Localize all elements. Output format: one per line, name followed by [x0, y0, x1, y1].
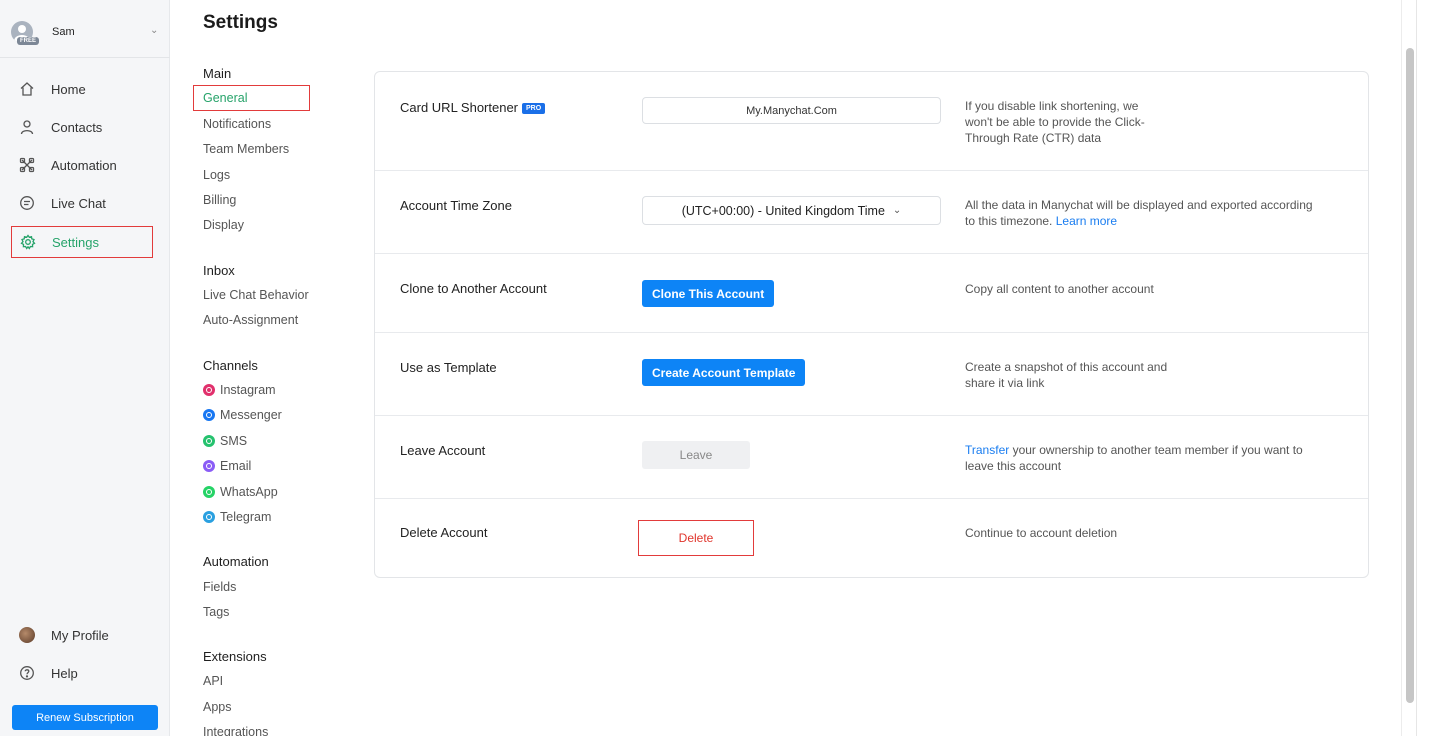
sidebar-item-automation[interactable]: Automation: [11, 149, 153, 181]
subnav-link-email[interactable]: Email: [203, 459, 251, 473]
renew-subscription-button[interactable]: Renew Subscription: [12, 705, 158, 730]
email-icon: [203, 460, 215, 472]
sidebar-item-label: Settings: [52, 234, 99, 250]
subnav-heading-automation: Automation: [203, 554, 269, 569]
subnav-heading-extensions: Extensions: [203, 649, 267, 664]
chevron-down-icon: ⌄: [892, 205, 902, 216]
gear-icon: [18, 232, 38, 252]
subnav-link-logs[interactable]: Logs: [203, 168, 230, 182]
transfer-link[interactable]: Transfer: [965, 443, 1009, 457]
pro-badge: PRO: [522, 103, 546, 114]
timezone-select[interactable]: (UTC+00:00) - United Kingdom Time ⌄: [642, 196, 941, 225]
home-icon: [17, 79, 37, 99]
subnav-link-apps[interactable]: Apps: [203, 700, 232, 714]
sidebar-item-label: Automation: [51, 157, 117, 173]
delete-account-button[interactable]: Delete: [638, 520, 754, 556]
sidebar-item-my-profile[interactable]: My Profile: [11, 619, 153, 651]
chat-bubble-icon: [17, 193, 37, 213]
row-description: All the data in Manychat will be display…: [965, 198, 1313, 228]
row-label: Leave Account: [400, 443, 486, 458]
scrollbar-thumb[interactable]: [1406, 48, 1414, 703]
help-icon: [17, 663, 37, 683]
leave-account-button[interactable]: Leave: [642, 441, 750, 469]
subnav-link-messenger[interactable]: Messenger: [203, 408, 282, 422]
sidebar-item-settings[interactable]: Settings: [11, 226, 153, 258]
sidebar-item-live-chat[interactable]: Live Chat: [11, 187, 153, 219]
row-description: If you disable link shortening, we won't…: [965, 99, 1145, 145]
sidebar-item-label: Contacts: [51, 119, 103, 135]
automation-icon: [17, 155, 37, 175]
sidebar-item-label: My Profile: [51, 627, 109, 643]
url-shortener-domain-field[interactable]: My.Manychat.Com: [642, 97, 941, 124]
subnav-link-api[interactable]: API: [203, 674, 223, 688]
row-label: Account Time Zone: [400, 198, 512, 213]
general-settings-card: Card URL Shortener PRO My.Manychat.Com If…: [374, 71, 1369, 578]
row-description: Copy all content to another account: [965, 282, 1154, 296]
subnav-link-integrations[interactable]: Integrations: [203, 725, 268, 736]
subnav-link-live-chat-behavior[interactable]: Live Chat Behavior: [203, 288, 309, 302]
window-edge: [1416, 0, 1431, 736]
subnav-link-telegram[interactable]: Telegram: [203, 510, 271, 524]
telegram-icon: [203, 511, 215, 523]
sidebar-item-label: Live Chat: [51, 195, 106, 211]
subnav-link-team-members[interactable]: Team Members: [203, 142, 289, 156]
learn-more-link[interactable]: Learn more: [1056, 214, 1117, 228]
subnav-heading-channels: Channels: [203, 358, 258, 373]
row-description: Transfer your ownership to another team …: [965, 443, 1303, 473]
settings-row-url-shortener: Card URL Shortener PRO My.Manychat.Com If…: [375, 72, 1368, 171]
row-label: Use as Template: [400, 360, 497, 375]
subnav-link-general[interactable]: General: [203, 91, 247, 105]
subnav-link-fields[interactable]: Fields: [203, 580, 236, 594]
subnav-link-tags[interactable]: Tags: [203, 605, 229, 619]
instagram-icon: [203, 384, 215, 396]
whatsapp-icon: [203, 486, 215, 498]
sms-icon: [203, 435, 215, 447]
account-avatar: FREE: [11, 21, 40, 45]
sidebar-item-help[interactable]: Help: [11, 657, 153, 689]
subnav-link-sms[interactable]: SMS: [203, 434, 247, 448]
subnav-link-display[interactable]: Display: [203, 218, 244, 232]
sidebar-item-contacts[interactable]: Contacts: [11, 111, 153, 143]
create-template-button[interactable]: Create Account Template: [642, 359, 806, 386]
subnav-link-whatsapp[interactable]: WhatsApp: [203, 485, 278, 499]
page-title: Settings: [203, 12, 278, 33]
row-label: Clone to Another Account: [400, 281, 547, 296]
sidebar-item-home[interactable]: Home: [11, 73, 153, 105]
left-sidebar: FREE Sam ⌄ Home Contacts Automation Live…: [0, 0, 170, 736]
profile-avatar: [17, 625, 37, 645]
row-label: Delete Account: [400, 525, 488, 540]
row-description: Continue to account deletion: [965, 526, 1118, 540]
clone-account-button[interactable]: Clone This Account: [642, 280, 775, 307]
plan-badge: FREE: [17, 37, 40, 45]
settings-row-clone: Clone to Another Account Clone This Acco…: [375, 254, 1368, 333]
row-description: Create a snapshot of this account and sh…: [965, 360, 1168, 390]
subnav-link-auto-assignment[interactable]: Auto-Assignment: [203, 313, 298, 327]
account-switcher[interactable]: FREE Sam ⌄: [0, 0, 170, 58]
messenger-icon: [203, 409, 215, 421]
subnav-heading-inbox: Inbox: [203, 263, 235, 278]
subnav-heading-main: Main: [203, 66, 232, 81]
settings-row-timezone: Account Time Zone (UTC+00:00) - United K…: [375, 171, 1368, 254]
subnav-link-notifications[interactable]: Notifications: [203, 117, 271, 131]
subnav-link-instagram[interactable]: Instagram: [203, 383, 276, 397]
person-icon: [17, 117, 37, 137]
sidebar-item-label: Help: [51, 665, 78, 681]
settings-row-delete: Delete Account Delete Continue to accoun…: [375, 499, 1368, 578]
settings-row-leave: Leave Account Leave Transfer your owners…: [375, 416, 1368, 499]
settings-row-template: Use as Template Create Account Template …: [375, 333, 1368, 416]
subnav-link-billing[interactable]: Billing: [203, 193, 236, 207]
chevron-down-icon: ⌄: [150, 25, 159, 36]
account-name: Sam: [52, 26, 75, 38]
row-label: Card URL Shortener PRO: [400, 100, 546, 115]
sidebar-item-label: Home: [51, 81, 86, 97]
